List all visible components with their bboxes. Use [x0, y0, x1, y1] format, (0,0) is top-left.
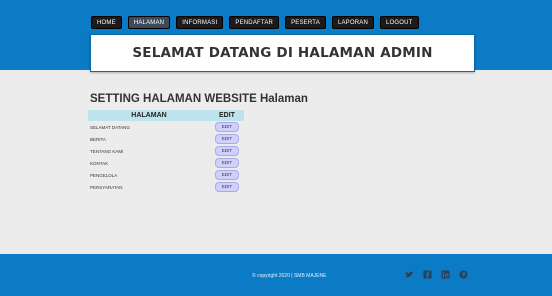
edit-button[interactable]: EDIT [215, 134, 239, 144]
linkedin-icon[interactable] [441, 270, 450, 279]
edit-button[interactable]: EDIT [215, 146, 239, 156]
edit-button[interactable]: EDIT [215, 158, 239, 168]
page-name-cell: TENTANG KAMI [90, 148, 124, 154]
nav-pendaftar-button[interactable]: PENDAFTAR [229, 16, 280, 29]
nav-halaman-button[interactable]: HALAMAN [127, 16, 171, 29]
table-row: TENTANG KAMI EDIT [88, 145, 244, 157]
pinterest-icon[interactable] [459, 270, 468, 279]
banner-title: SELAMAT DATANG DI HALAMAN ADMIN [132, 45, 433, 61]
welcome-banner: SELAMAT DATANG DI HALAMAN ADMIN [90, 34, 475, 72]
table-row: BERITA EDIT [88, 133, 244, 145]
column-header-edit: EDIT [210, 110, 244, 121]
footer: © copyright 2020 | SMB MAJENE [0, 254, 552, 296]
table-header-row: HALAMAN EDIT [88, 110, 244, 121]
column-header-halaman: HALAMAN [88, 110, 210, 121]
copyright-text: © copyright 2020 | SMB MAJENE [252, 273, 327, 279]
table-row: PENGELOLA EDIT [88, 169, 244, 181]
edit-button[interactable]: EDIT [215, 182, 239, 192]
edit-button[interactable]: EDIT [215, 170, 239, 180]
nav-logout-button[interactable]: LOGOUT [380, 16, 419, 29]
nav-informasi-button[interactable]: INFORMASI [176, 16, 224, 29]
pages-table: HALAMAN EDIT SELAMAT DATANG EDIT BERITA … [88, 110, 244, 193]
nav-laporan-button[interactable]: LAPORAN [331, 16, 375, 29]
page-name-cell: PENGELOLA [90, 172, 118, 178]
page-name-cell: BERITA [90, 136, 106, 142]
table-row: SELAMAT DATANG EDIT [88, 121, 244, 133]
page-title: SETTING HALAMAN WEBSITE Halaman [90, 93, 308, 105]
table-row: KONTAK EDIT [88, 157, 244, 169]
page-name-cell: KONTAK [90, 160, 109, 166]
twitter-icon[interactable] [405, 270, 414, 279]
page-name-cell: PERSYARATAN [90, 184, 123, 190]
edit-button[interactable]: EDIT [215, 122, 239, 132]
main-nav: HOME HALAMAN INFORMASI PENDAFTAR PESERTA… [91, 16, 419, 29]
table-row: PERSYARATAN EDIT [88, 181, 244, 193]
social-links [405, 270, 468, 279]
nav-home-button[interactable]: HOME [91, 16, 122, 29]
facebook-icon[interactable] [423, 270, 432, 279]
nav-peserta-button[interactable]: PESERTA [285, 16, 326, 29]
page-name-cell: SELAMAT DATANG [90, 124, 130, 130]
